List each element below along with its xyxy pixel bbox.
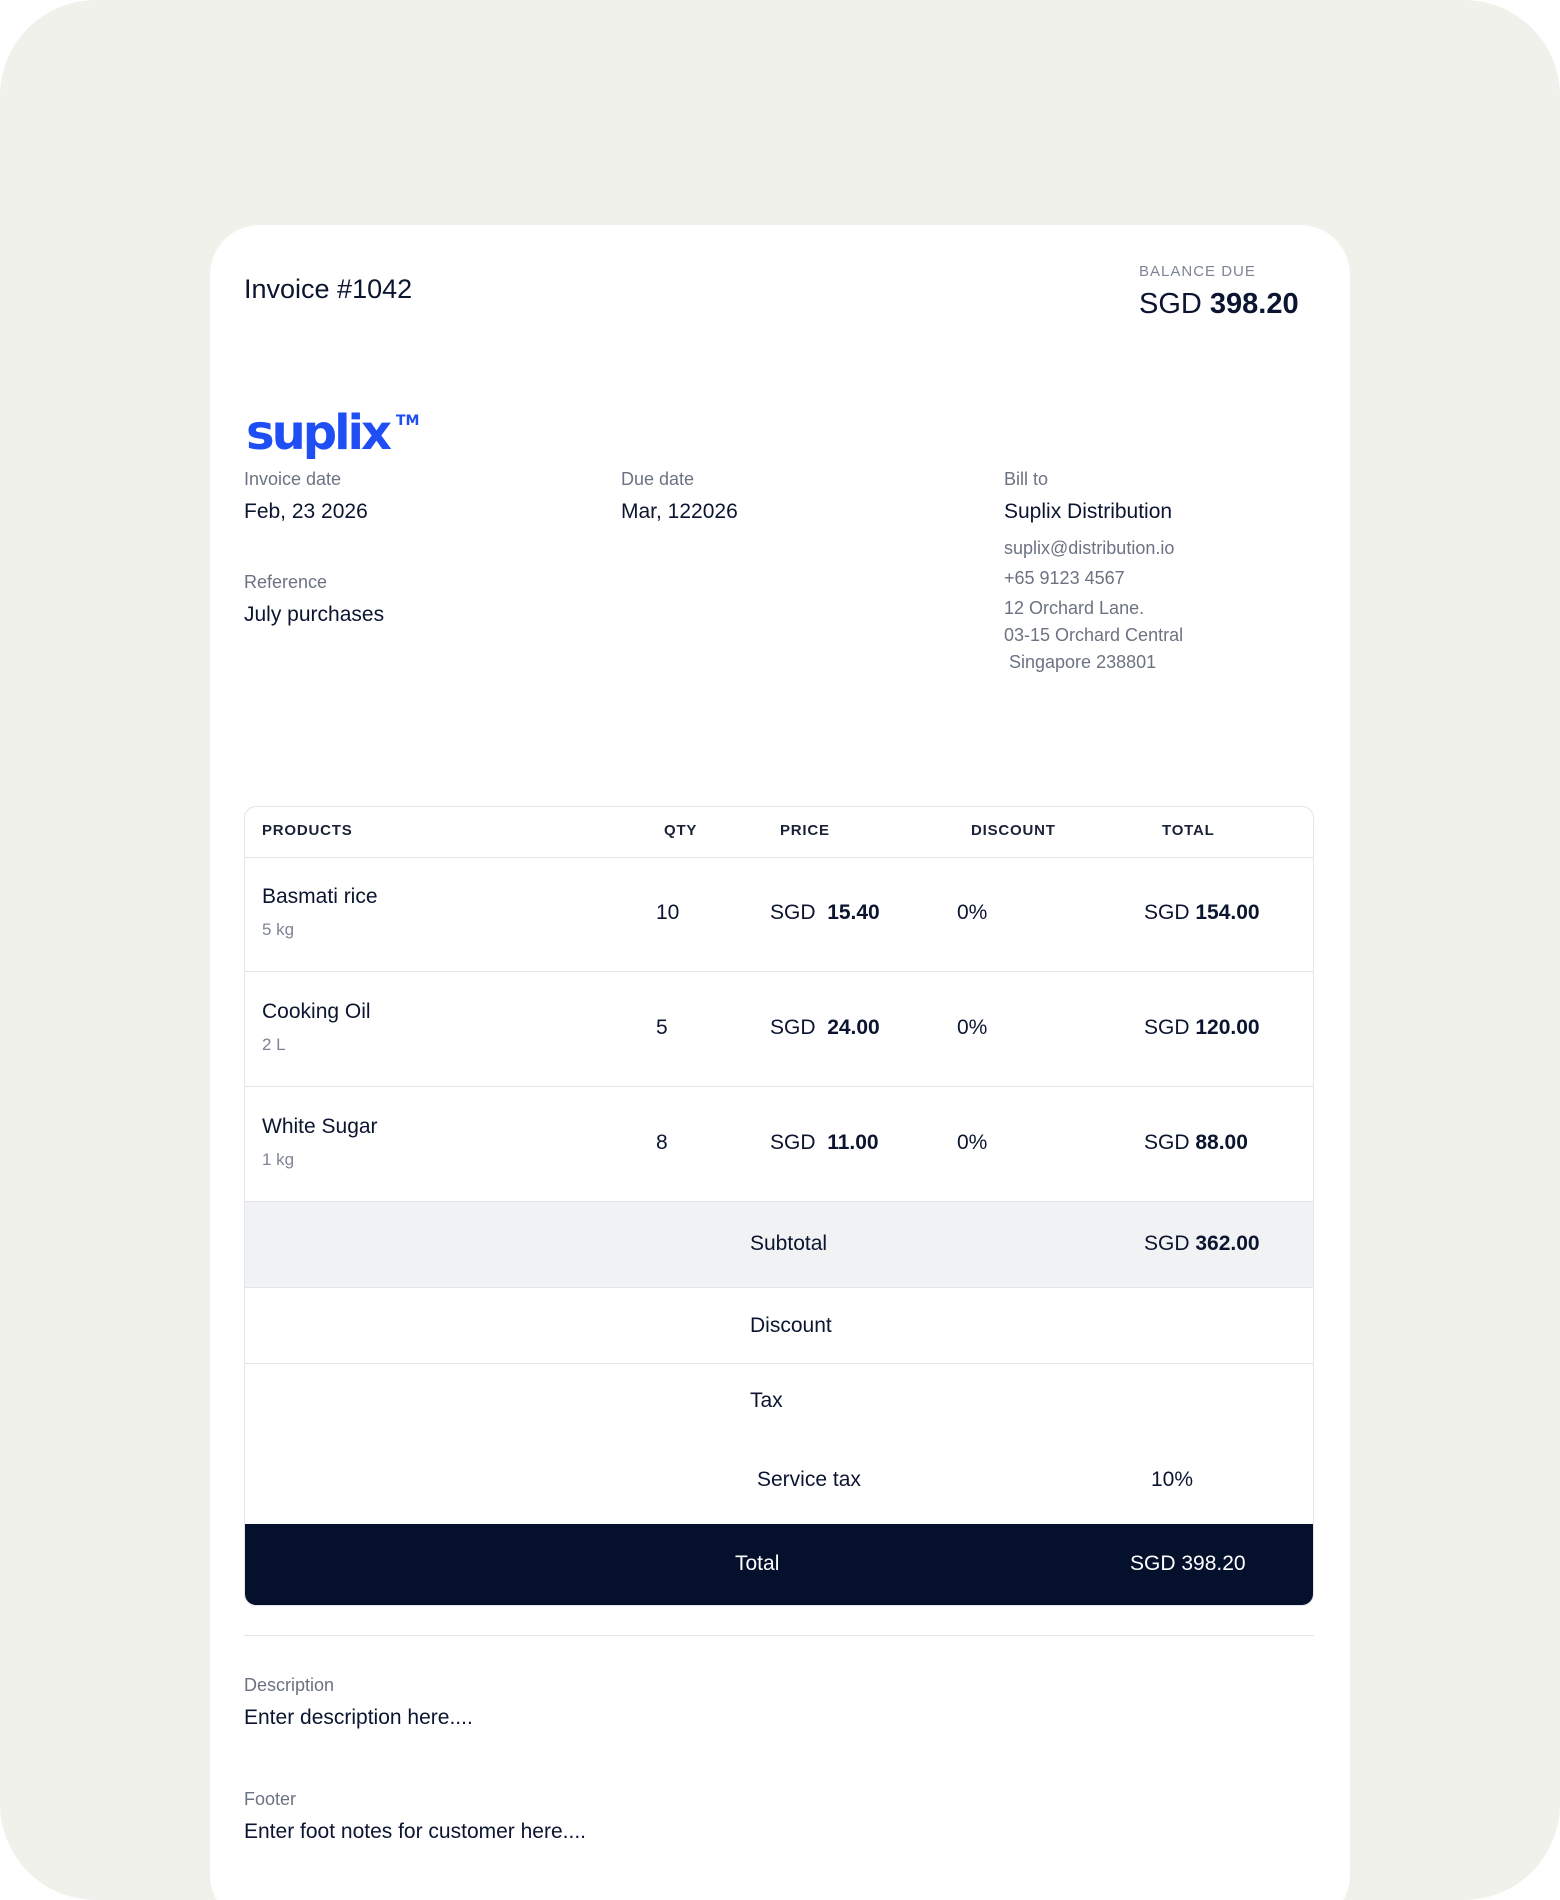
invoice-card: Invoice #1042 BALANCE DUE SGD 398.20 sup… xyxy=(210,225,1350,1900)
table-row: White Sugar 1 kg 8 SGD 11.00 0% SGD 88.0… xyxy=(245,1087,1313,1202)
product-qty: 8 xyxy=(656,1131,668,1154)
bill-to-contact: suplix@distribution.io +65 9123 4567 12 … xyxy=(1004,535,1183,676)
header-total: TOTAL xyxy=(1162,822,1215,839)
product-discount: 0% xyxy=(957,1016,988,1039)
logo-trademark: TM xyxy=(396,413,419,429)
table-row: Basmati rice 5 kg 10 SGD 15.40 0% SGD 15… xyxy=(245,857,1313,972)
product-qty: 5 xyxy=(656,1016,668,1039)
description-input[interactable]: Enter description here.... xyxy=(244,1706,473,1730)
total-label: Total xyxy=(735,1552,780,1575)
invoice-date-label: Invoice date xyxy=(244,469,342,489)
product-discount: 0% xyxy=(957,901,988,924)
footer-input[interactable]: Enter foot notes for customer here.... xyxy=(244,1820,586,1844)
subtotal-amount: SGD 362.00 xyxy=(1144,1232,1260,1255)
table-row: Cooking Oil 2 L 5 SGD 24.00 0% SGD 120.0… xyxy=(245,972,1313,1087)
product-price: SGD 15.40 xyxy=(770,901,880,924)
header-qty: QTY xyxy=(664,822,698,839)
header-price: PRICE xyxy=(780,822,830,839)
product-name: White Sugar xyxy=(262,1115,378,1138)
bill-to-name: Suplix Distribution xyxy=(1004,500,1173,523)
reference-label: Reference xyxy=(244,572,328,592)
invoice-date-value: Feb, 23 2026 xyxy=(244,500,368,523)
bill-to-email: suplix@distribution.io xyxy=(1004,538,1175,558)
product-total: SGD 154.00 xyxy=(1144,901,1260,924)
product-total: SGD 88.00 xyxy=(1144,1131,1248,1154)
total-value: SGD 398.20 xyxy=(1130,1552,1246,1575)
bill-to-address-line-2: 03-15 Orchard Central xyxy=(1004,625,1184,645)
service-tax-value: 10% xyxy=(1151,1468,1194,1491)
bill-to-address-line-1: 12 Orchard Lane. xyxy=(1004,598,1145,618)
invoice-title: Invoice #1042 xyxy=(244,274,413,304)
description-label: Description xyxy=(244,1675,335,1695)
page-frame: Invoice #1042 BALANCE DUE SGD 398.20 sup… xyxy=(0,0,1560,1900)
product-unit: 5 kg xyxy=(262,920,295,939)
product-price: SGD 11.00 xyxy=(770,1131,879,1154)
products-table: PRODUCTS QTY PRICE DISCOUNT TOTAL Basmat… xyxy=(244,806,1314,1606)
header-discount: DISCOUNT xyxy=(971,822,1056,839)
product-discount: 0% xyxy=(957,1131,988,1154)
subtotal-row: Subtotal SGD 362.00 xyxy=(245,1202,1313,1288)
service-tax-label: Service tax xyxy=(757,1468,861,1491)
balance-currency: SGD xyxy=(1139,288,1202,320)
bill-to-address-line-3: Singapore 238801 xyxy=(1004,652,1157,672)
product-total: SGD 120.00 xyxy=(1144,1016,1260,1039)
reference-value: July purchases xyxy=(244,603,385,626)
bill-to-label: Bill to xyxy=(1004,469,1049,489)
header-products: PRODUCTS xyxy=(262,822,353,839)
table-header: PRODUCTS QTY PRICE DISCOUNT TOTAL xyxy=(245,807,1313,858)
due-date-label: Due date xyxy=(621,469,695,489)
balance-due-label: BALANCE DUE xyxy=(1139,263,1256,280)
product-name: Basmati rice xyxy=(262,885,378,908)
discount-label: Discount xyxy=(750,1314,832,1337)
product-unit: 1 kg xyxy=(262,1150,295,1169)
footer-label: Footer xyxy=(244,1789,297,1809)
product-name: Cooking Oil xyxy=(262,1000,371,1023)
balance-due-amount: SGD 398.20 xyxy=(1139,288,1299,321)
subtotal-label: Subtotal xyxy=(750,1232,828,1255)
discount-row: Discount xyxy=(245,1288,1313,1364)
section-divider xyxy=(244,1635,1314,1636)
total-row: Total SGD 398.20 xyxy=(245,1524,1313,1605)
balance-value: 398.20 xyxy=(1209,288,1299,320)
product-price: SGD 24.00 xyxy=(770,1016,880,1039)
due-date-value: Mar, 122026 xyxy=(621,500,738,523)
logo-wordmark: suplix xyxy=(246,405,392,461)
bill-to-phone: +65 9123 4567 xyxy=(1004,568,1125,588)
suplix-logo: suplix TM xyxy=(246,405,419,461)
product-qty: 10 xyxy=(656,901,680,924)
product-unit: 2 L xyxy=(262,1035,286,1054)
tax-section: Tax Service tax 10% xyxy=(245,1364,1313,1524)
tax-label: Tax xyxy=(750,1389,783,1412)
